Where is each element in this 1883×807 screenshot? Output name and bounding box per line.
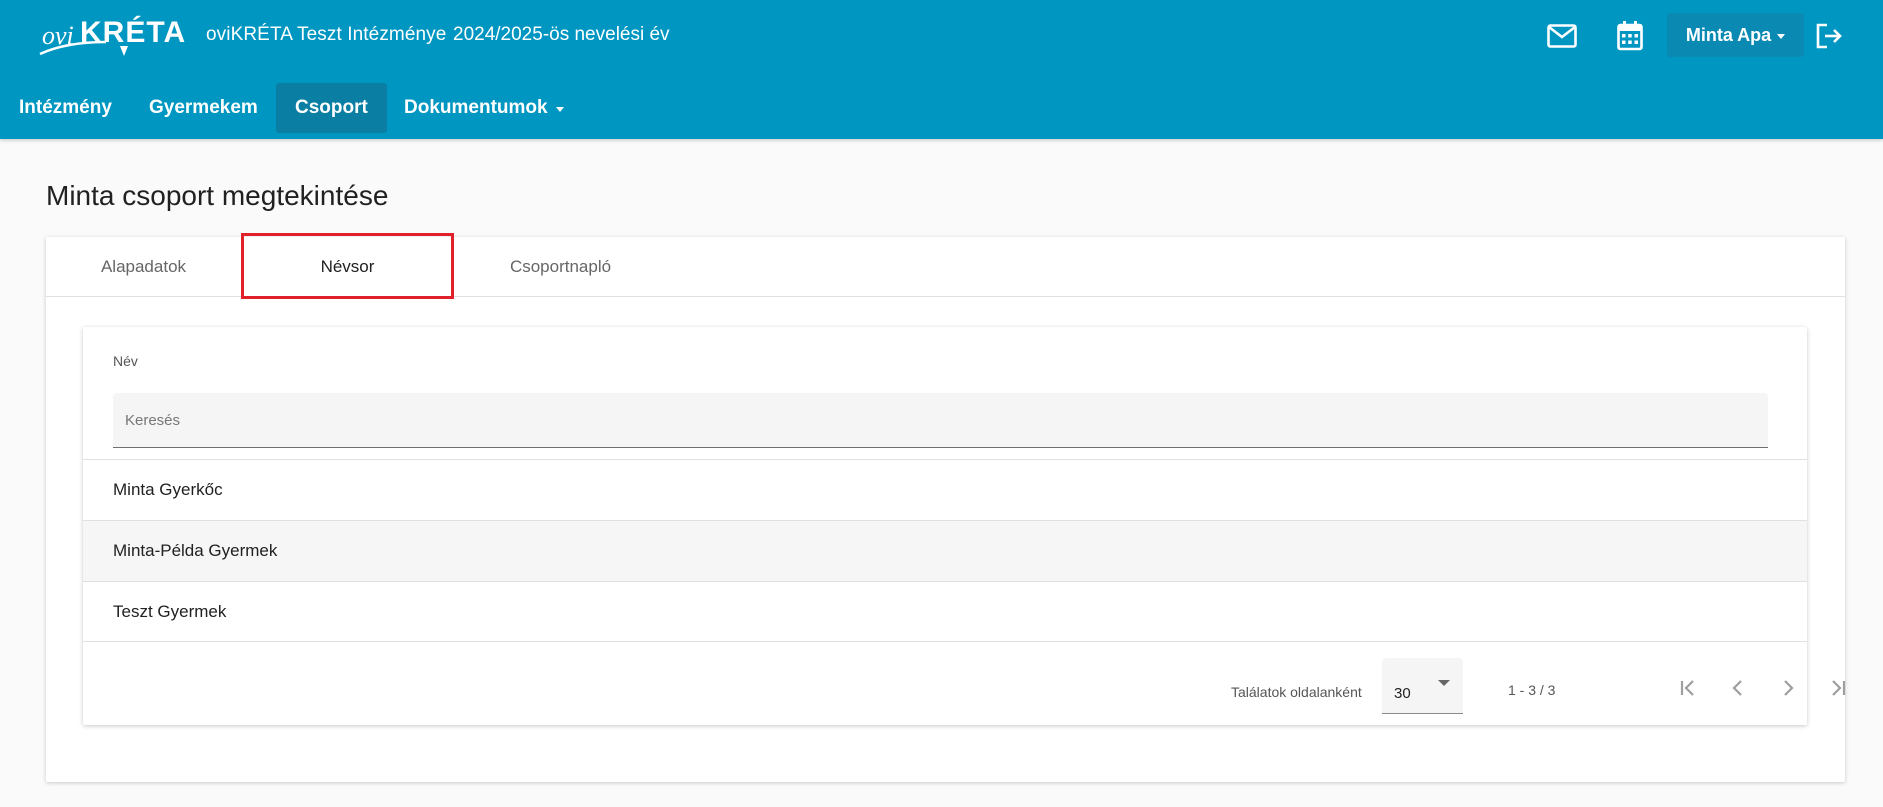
nav-item-label: Intézmény xyxy=(19,97,112,118)
roster-table: Név Minta Gyerkőc Minta-Példa Gyermek Te… xyxy=(83,327,1846,725)
calendar-icon[interactable] xyxy=(1612,18,1648,54)
tab-label: Csoportnapló xyxy=(509,257,612,276)
search-input[interactable] xyxy=(113,393,1768,448)
nav-item-csoport[interactable]: Csoport xyxy=(276,83,387,133)
tab-label: Alapadatok xyxy=(100,257,187,276)
institution-name: oviKRÉTA Teszt Intézménye xyxy=(206,24,447,45)
tab-csoportnaplo[interactable]: Csoportnapló xyxy=(454,237,667,297)
chevron-down-icon xyxy=(555,106,564,112)
pagination: Találatok oldalanként 30 1 - 3 / 3 xyxy=(83,649,1846,725)
page-range: 1 - 3 / 3 xyxy=(1508,682,1556,698)
page-size-label: Találatok oldalanként xyxy=(1231,684,1362,700)
ovikreta-logo[interactable]: ovi KRÉTA xyxy=(36,8,192,64)
page-size-value: 30 xyxy=(1394,685,1411,702)
tab-label: Névsor xyxy=(320,257,375,276)
svg-text:KRÉTA: KRÉTA xyxy=(80,15,186,49)
top-bar: ovi KRÉTA oviKRÉTA Teszt Intézménye 2024… xyxy=(0,0,1883,76)
chevron-down-icon xyxy=(1777,33,1786,39)
tab-bar: Alapadatok Névsor Csoportnapló xyxy=(46,233,1845,299)
main-nav: Intézmény Gyermekem Csoport Dokumentumok xyxy=(0,76,1883,139)
table-row[interactable]: Teszt Gyermek xyxy=(83,581,1807,642)
nav-item-label: Gyermekem xyxy=(149,97,258,118)
chevron-down-icon xyxy=(1438,680,1450,686)
column-header-name: Név xyxy=(113,353,138,369)
logout-icon[interactable] xyxy=(1811,18,1847,54)
last-page-icon[interactable] xyxy=(1820,670,1856,706)
school-year: 2024/2025-ös nevelési év xyxy=(453,24,670,45)
user-name: Minta Apa xyxy=(1685,24,1772,45)
tab-alapadatok[interactable]: Alapadatok xyxy=(46,237,241,297)
nav-item-intezmeny[interactable]: Intézmény xyxy=(0,83,131,133)
tab-nevsor[interactable]: Névsor xyxy=(241,237,454,297)
table-rows: Minta Gyerkőc Minta-Példa Gyermek Teszt … xyxy=(83,459,1807,642)
group-card: Alapadatok Névsor Csoportnapló Név Minta… xyxy=(46,233,1846,782)
nav-item-label: Dokumentumok xyxy=(404,97,548,118)
page-title: Minta csoport megtekintése xyxy=(46,180,389,211)
table-row[interactable]: Minta-Példa Gyermek xyxy=(83,520,1807,581)
table-row[interactable]: Minta Gyerkőc xyxy=(83,459,1807,520)
first-page-icon[interactable] xyxy=(1670,670,1706,706)
next-page-icon[interactable] xyxy=(1770,670,1806,706)
nav-item-gyermekem[interactable]: Gyermekem xyxy=(130,83,277,133)
mail-icon[interactable] xyxy=(1544,18,1580,54)
previous-page-icon[interactable] xyxy=(1720,670,1756,706)
user-menu-button[interactable]: Minta Apa xyxy=(1667,13,1804,57)
page-size-select[interactable]: 30 xyxy=(1382,658,1463,714)
nav-item-label: Csoport xyxy=(295,97,368,118)
row-name: Minta-Példa Gyermek xyxy=(113,541,278,560)
row-name: Teszt Gyermek xyxy=(113,601,227,621)
row-name: Minta Gyerkőc xyxy=(113,480,223,499)
nav-item-dokumentumok[interactable]: Dokumentumok xyxy=(385,83,583,133)
